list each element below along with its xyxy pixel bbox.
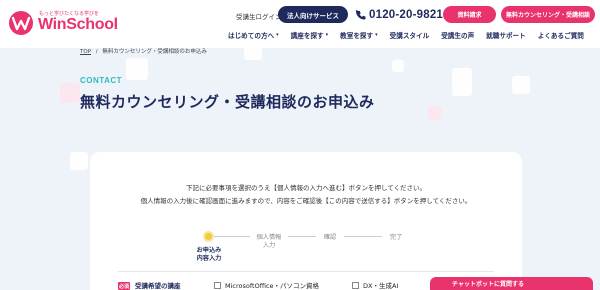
form-card: 下記に必要事項を選択のうえ【個人情報の入力へ進む】ボタンを押してください。 個人… — [90, 152, 522, 290]
nav-item-label: 受講生の声 — [441, 32, 475, 40]
step-label-line: 内容入力 — [196, 255, 222, 262]
free-counseling-button[interactable]: 無料カウンセリング・受講相談 — [501, 6, 595, 23]
chatbot-button[interactable]: チャットボットに質問する — [430, 277, 593, 290]
step-label-line: 確認 — [323, 234, 337, 241]
nav-item-label: よくあるご質問 — [537, 32, 584, 40]
caret-down-icon: ▾ — [325, 32, 329, 38]
nav-item-student-voices[interactable]: 受講生の声 — [441, 30, 474, 40]
step-connector — [208, 236, 408, 237]
breadcrumb-separator: / — [95, 49, 98, 55]
decor-square — [428, 106, 442, 120]
nav-item-job-support[interactable]: 就職サポート — [486, 30, 526, 40]
caret-down-icon: ▾ — [276, 32, 279, 38]
required-badge: 必須 — [118, 282, 130, 290]
nav-item-label: 教室を探す — [340, 32, 374, 40]
course-option-dx-ai[interactable]: DX・生成AI — [352, 280, 398, 290]
step-1-label: お申込み 内容入力 — [190, 247, 228, 263]
decor-square — [244, 48, 262, 60]
student-login-link[interactable]: 受講生ログイン — [236, 11, 282, 21]
brochure-request-button[interactable]: 資料請求 — [443, 6, 496, 23]
nav-item-label: 受講スタイル — [389, 32, 430, 40]
winschool-logo[interactable]: もっと学びたくなる学びを WinSchool — [8, 6, 118, 40]
logo-mark-icon — [9, 11, 33, 35]
section-label: CONTACT — [80, 76, 123, 85]
option-label: DX・生成AI — [363, 282, 399, 290]
step-4-label: 完了 — [382, 234, 410, 242]
decor-square — [392, 60, 404, 72]
caret-down-icon: ▾ — [375, 32, 378, 38]
phone-contact[interactable]: 0120-20-9821 — [356, 6, 443, 23]
instruction-line: 下記に必要事項を選択のうえ【個人情報の入力へ進む】ボタンを押してください。 — [185, 184, 427, 192]
phone-number: 0120-20-9821 — [369, 8, 444, 21]
nav-item-find-course[interactable]: 講座を探す ▾ — [291, 30, 328, 40]
form-divider — [118, 271, 494, 272]
corporate-services-button[interactable]: 法人向けサービス — [278, 6, 348, 23]
site-header: もっと学びたくなる学びを WinSchool 受講生ログイン 法人向けサービス … — [0, 0, 600, 48]
step-1-indicator — [203, 231, 214, 242]
breadcrumb: TOP / 無料カウンセリング・受講相談のお申込み — [80, 47, 207, 55]
decor-square — [452, 68, 472, 96]
nav-item-find-classroom[interactable]: 教室を探す ▾ — [340, 30, 377, 40]
page-title: 無料カウンセリング・受講相談のお申込み — [80, 93, 375, 111]
option-label: MicrosoftOffice・パソコン資格 — [225, 282, 320, 290]
checkbox[interactable] — [352, 281, 359, 289]
form-instructions: 下記に必要事項を選択のうえ【個人情報の入力へ進む】ボタンを押してください。 個人… — [90, 182, 522, 207]
step-label-line: 完了 — [389, 234, 403, 241]
nav-item-learning-style[interactable]: 受講スタイル — [390, 30, 430, 40]
step-3-label: 確認 — [316, 234, 344, 242]
decor-square — [60, 83, 80, 103]
decor-square — [126, 58, 148, 80]
nav-item-faq[interactable]: よくあるご質問 — [538, 30, 584, 40]
step-label-line: お申込み — [196, 247, 222, 254]
step-label-line: 個人情報 — [256, 234, 282, 241]
step-2-label: 個人情報 入力 — [250, 234, 288, 250]
nav-item-label: はじめての方へ — [228, 32, 275, 40]
nav-item-first-time[interactable]: はじめての方へ ▾ — [228, 30, 279, 40]
course-field-label: 受講希望の講座 — [135, 282, 181, 290]
nav-item-label: 就職サポート — [486, 32, 526, 40]
checkbox[interactable] — [214, 281, 221, 289]
logo-text: WinSchool — [38, 16, 118, 33]
step-label-line: 入力 — [262, 242, 276, 249]
course-option-office[interactable]: MicrosoftOffice・パソコン資格 — [214, 280, 319, 290]
nav-item-label: 講座を探す — [290, 32, 324, 40]
instruction-line: 個人情報の入力後に確認画面に進みますので、内容をご確認後【この内容で送信する】ボ… — [140, 196, 472, 205]
phone-icon — [356, 9, 366, 19]
breadcrumb-current: 無料カウンセリング・受講相談のお申込み — [102, 49, 207, 55]
breadcrumb-home-link[interactable]: TOP — [80, 49, 91, 55]
progress-steps: お申込み 内容入力 個人情報 入力 確認 完了 — [190, 231, 430, 263]
decor-square — [512, 76, 530, 94]
main-nav: はじめての方へ ▾ 講座を探す ▾ 教室を探す ▾ 受講スタイル 受講生の声 就… — [228, 28, 596, 42]
decor-square — [70, 152, 88, 170]
